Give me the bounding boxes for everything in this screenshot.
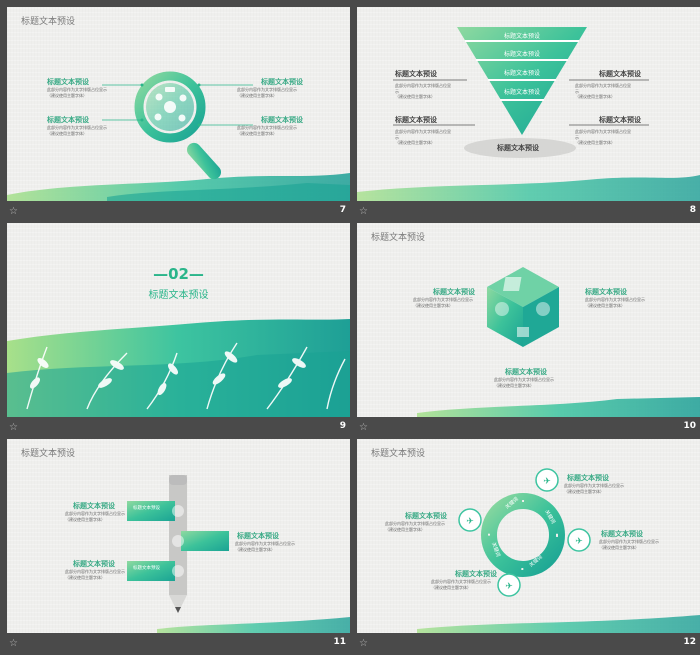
item-desc: 此部分内容作为文字排版占位显示（建议使用主题字体） — [65, 569, 125, 580]
star-icon[interactable]: ☆ — [359, 422, 370, 433]
item-title: 标题文本预设 — [505, 368, 547, 376]
item-desc: 此部分内容作为文字排版占位显示（建议使用主题字体） — [575, 83, 631, 99]
item-title: 标题文本预设 — [599, 70, 641, 78]
item-title: 标题文本预设 — [261, 78, 303, 86]
item-desc: 此部分内容作为文字排版占位显示（建议使用主题字体） — [564, 483, 624, 494]
item-desc: 此部分内容作为文字排版占位显示（建议使用主题字体） — [585, 297, 645, 308]
star-icon[interactable]: ☆ — [9, 206, 20, 217]
item-desc: 此部分内容作为文字排版占位显示（建议使用主题字体） — [494, 377, 554, 388]
slide-footer: ☆ 8 — [357, 201, 700, 223]
svg-text:✈: ✈ — [505, 582, 513, 592]
slide-thumbnail-10[interactable]: 标题文本预设 标题文本预设 此部分内容作为文字排版占位显示 （建议使用主题字体） … — [357, 223, 700, 439]
slide-canvas: 标题文本预设 标题文本预设 此部分内容作为文字排版占位显示 （建议使用主题字体） … — [7, 7, 350, 201]
ellipse-label: 标题文本预设 — [496, 143, 540, 152]
star-icon[interactable]: ☆ — [9, 422, 20, 433]
svg-text:✈: ✈ — [466, 517, 474, 527]
funnel-level-4: 标题文本预设 — [504, 88, 540, 96]
item-desc: 此部分内容作为文字排版占位显示（建议使用主题字体） — [395, 83, 451, 99]
slide-number: 9 — [339, 421, 346, 431]
slide-number: 11 — [333, 637, 346, 647]
slide-canvas: 标题文本预设 标题文本预设 标题文本预设 标题文本预设 此部分内容作为文字排版占… — [7, 439, 350, 633]
item-desc: 此部分内容作为文字排版占位显示（建议使用主题字体） — [385, 521, 445, 532]
funnel-level-2: 标题文本预设 — [504, 50, 540, 58]
item-title: 标题文本预设 — [47, 116, 89, 124]
leaf-wash-graphic — [7, 319, 350, 417]
slide-number: 8 — [689, 205, 696, 215]
slide-thumbnail-7[interactable]: 标题文本预设 标题文本预设 此部分内容作为文字排版占位显示 （建议使用主题字体） … — [7, 7, 350, 223]
slide-footer: ☆ 12 — [357, 633, 700, 655]
slide-footer: ☆ 11 — [7, 633, 350, 655]
svg-text:✈: ✈ — [543, 477, 551, 487]
item-desc: 此部分内容作为文字排版占位显示（建议使用主题字体） — [395, 129, 451, 145]
slide-number: 7 — [339, 205, 346, 215]
magnifier-graphic — [7, 71, 350, 201]
slide-canvas: 标题文本预设 标题文本预设 此部分内容作为文字排版占位显示 （建议使用主题字体） … — [357, 223, 700, 417]
item-title: 标题文本预设 — [237, 532, 279, 540]
item-title: 标题文本预设 — [567, 474, 609, 482]
slide-thumbnail-11[interactable]: 标题文本预设 标题文本预设 标题文本预设 标题文本预设 此部分内容作为文字排版占… — [7, 439, 350, 655]
item-title: 标题文本预设 — [455, 570, 497, 578]
item-title: 标题文本预设 — [47, 78, 89, 86]
item-title: 标题文本预设 — [599, 116, 641, 124]
item-title: 标题文本预设 — [73, 502, 115, 510]
item-title: 标题文本预设 — [405, 512, 447, 520]
star-icon[interactable]: ☆ — [359, 638, 370, 649]
slide-thumbnail-12[interactable]: 标题文本预设 ✈ ✈ ✈ ✈ 关键词 关键词 关键词 关键词 标题文本预设 此部分内… — [357, 439, 700, 655]
item-desc: 此部分内容作为文字排版占位显示（建议使用主题字体） — [47, 125, 107, 136]
item-title: 标题文本预设 — [601, 530, 643, 538]
item-desc: 此部分内容作为文字排版占位显示（建议使用主题字体） — [235, 541, 295, 552]
slide-canvas: —02— 标题文本预设 — [7, 223, 350, 417]
slide-number: 10 — [683, 421, 696, 431]
funnel-level-3: 标题文本预设 — [504, 69, 540, 77]
item-title: 标题文本预设 — [433, 288, 475, 296]
item-desc: 此部分内容作为文字排版占位显示（建议使用主题字体） — [599, 539, 659, 550]
item-desc: 此部分内容作为文字排版占位显示（建议使用主题字体） — [237, 87, 297, 98]
slide-number: 12 — [683, 637, 696, 647]
svg-text:✈: ✈ — [575, 537, 583, 547]
funnel-labels: 标题文本预设 标题文本预设 标题文本预设 标题文本预设 标题文本预设 — [496, 32, 540, 152]
keyword-ring-graphic: ✈✈ ✈✈ 关键词 关键词 关键词 关键词 — [417, 468, 700, 633]
slide-thumbnail-9[interactable]: —02— 标题文本预设 ☆ 9 — [7, 223, 350, 439]
item-desc: 此部分内容作为文字排版占位显示（建议使用主题字体） — [47, 87, 107, 98]
item-title: 标题文本预设 — [261, 116, 303, 124]
item-title: 标题文本预设 — [395, 70, 437, 78]
item-desc: 此部分内容作为文字排版占位显示（建议使用主题字体） — [237, 125, 297, 136]
item-desc: 此部分内容作为文字排版占位显示（建议使用主题字体） — [413, 297, 473, 308]
section-title: 标题文本预设 — [148, 290, 209, 301]
slide-footer: ☆ 10 — [357, 417, 700, 439]
item-desc: 此部分内容作为文字排版占位显示（建议使用主题字体） — [431, 579, 491, 590]
slide-canvas: 标题文本预设 标题文本预设 标题文本预设 标题文本预设 标题文本预设 标题文本预… — [357, 7, 700, 201]
item-desc: 此部分内容作为文字排版占位显示（建议使用主题字体） — [65, 511, 125, 522]
item-title: 标题文本预设 — [73, 560, 115, 568]
star-icon[interactable]: ☆ — [359, 206, 370, 217]
slide-canvas: 标题文本预设 ✈ ✈ ✈ ✈ 关键词 关键词 关键词 关键词 标题文本预设 此部分内… — [357, 439, 700, 633]
item-desc: 此部分内容作为文字排版占位显示（建议使用主题字体） — [575, 129, 631, 145]
slide-footer: ☆ 7 — [7, 201, 350, 223]
funnel-level-1: 标题文本预设 — [504, 32, 540, 40]
slide-thumbnail-8[interactable]: 标题文本预设 标题文本预设 标题文本预设 标题文本预设 标题文本预设 标题文本预… — [357, 7, 700, 223]
item-title: 标题文本预设 — [585, 288, 627, 296]
section-number: —02— — [153, 265, 204, 283]
tag-label: 标题文本预设 — [133, 504, 160, 511]
tag-label: 标题文本预设 — [133, 564, 160, 571]
item-title: 标题文本预设 — [395, 116, 437, 124]
pencil-tags: 标题文本预设 标题文本预设 — [133, 504, 160, 571]
slide-footer: ☆ 9 — [7, 417, 350, 439]
star-icon[interactable]: ☆ — [9, 638, 20, 649]
